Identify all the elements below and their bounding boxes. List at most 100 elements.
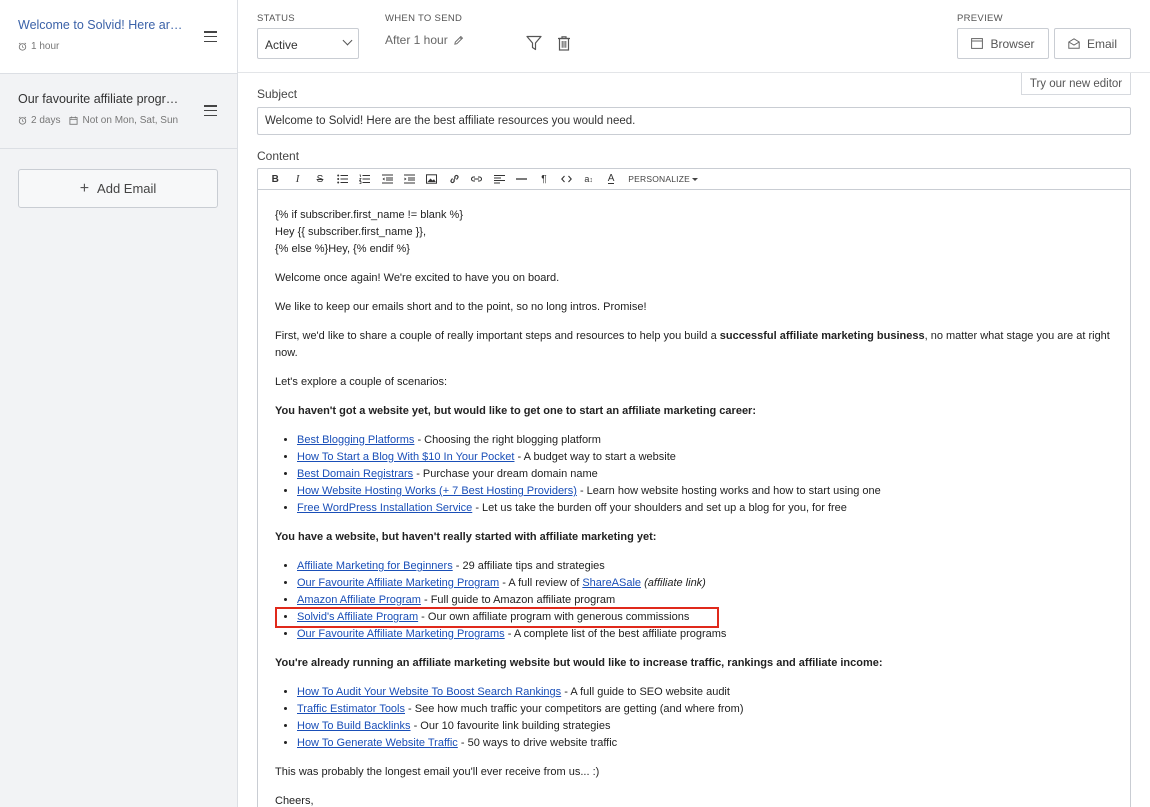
paragraph: Let's explore a couple of scenarios:: [275, 376, 448, 388]
preview-label: PREVIEW: [957, 13, 1003, 24]
resource-link[interactable]: How To Generate Website Traffic: [297, 737, 458, 749]
align-icon[interactable]: [488, 169, 510, 189]
list-item-text: - A full review of: [499, 577, 583, 589]
filter-icon[interactable]: [525, 34, 543, 52]
sequence-email-days-restriction: Not on Mon, Sat, Sun: [82, 115, 179, 126]
resource-link[interactable]: Our Favourite Affiliate Marketing Progra…: [297, 628, 505, 640]
sequence-email-meta: 2 days Not on Mon, Sat, Sun: [18, 115, 219, 126]
paragraph: First, we'd like to share a couple of re…: [275, 328, 1114, 362]
section-heading: You're already running an affiliate mark…: [275, 655, 1114, 672]
sequence-email-title[interactable]: Welcome to Solvid! Here are the best aff…: [18, 18, 183, 32]
resource-link[interactable]: Our Favourite Affiliate Marketing Progra…: [297, 577, 499, 589]
bullet-list-icon[interactable]: [331, 169, 353, 189]
status-select[interactable]: Active: [257, 28, 359, 59]
unlink-icon[interactable]: [466, 169, 488, 189]
paragraph: Welcome once again! We're excited to hav…: [275, 272, 560, 284]
list-item-text: - 50 ways to drive website traffic: [457, 737, 618, 749]
paragraph-icon[interactable]: ¶: [533, 169, 555, 189]
indent-icon[interactable]: [398, 169, 420, 189]
numbered-list-icon[interactable]: [354, 169, 376, 189]
sequence-email-1[interactable]: Welcome to Solvid! Here are the best aff…: [0, 0, 237, 74]
list-item: Our Favourite Affiliate Marketing Progra…: [297, 575, 1114, 592]
drag-handle-icon[interactable]: [204, 31, 217, 42]
try-new-editor-button[interactable]: Try our new editor: [1021, 73, 1131, 95]
list-item-text: - A budget way to start a website: [514, 451, 676, 463]
sequence-email-title[interactable]: Our favourite affiliate programs: [18, 92, 183, 106]
personalize-label: PERSONALIZE: [628, 174, 690, 184]
preview-browser-label: Browser: [990, 36, 1035, 51]
bold-icon[interactable]: B: [264, 169, 286, 189]
font-color-icon[interactable]: A: [600, 169, 622, 189]
resource-link[interactable]: Amazon Affiliate Program: [297, 594, 421, 606]
sequence-email-2[interactable]: Our favourite affiliate programs 2 days …: [0, 74, 237, 149]
outdent-icon[interactable]: [376, 169, 398, 189]
trash-icon[interactable]: [555, 34, 573, 52]
italic-icon[interactable]: I: [286, 169, 308, 189]
status-value: Active: [265, 38, 298, 52]
liquid-line: {% else %}Hey, {% endif %}: [275, 243, 410, 255]
list-item-text: - A complete list of the best affiliate …: [504, 628, 727, 640]
add-email-button[interactable]: + Add Email: [18, 169, 218, 208]
heading-text: You have a website, but haven't really s…: [275, 531, 657, 543]
preview-email-button[interactable]: Email: [1054, 28, 1131, 59]
resource-link[interactable]: How To Start a Blog With $10 In Your Poc…: [297, 451, 514, 463]
resource-link[interactable]: Best Blogging Platforms: [297, 434, 414, 446]
link-icon[interactable]: [443, 169, 465, 189]
resource-list: How To Audit Your Website To Boost Searc…: [275, 684, 1114, 752]
liquid-line: Hey {{ subscriber.first_name }},: [275, 226, 427, 238]
calendar-icon: [69, 116, 79, 125]
list-item-text: - Let us take the burden off your should…: [472, 502, 847, 514]
list-item-highlighted: Solvid's Affiliate Program - Our own aff…: [275, 607, 1114, 628]
resource-list: Best Blogging Platforms - Choosing the r…: [275, 432, 1114, 517]
text: First, we'd like to share a couple of re…: [275, 330, 720, 342]
list-item: How To Generate Website Traffic - 50 way…: [297, 735, 1114, 752]
resource-link[interactable]: How Website Hosting Works (+ 7 Best Host…: [297, 485, 577, 497]
subject-input[interactable]: Welcome to Solvid! Here are the best aff…: [257, 107, 1131, 135]
list-item: How To Build Backlinks - Our 10 favourit…: [297, 718, 1114, 735]
editor-toolbar: B I S ¶ a↕ A PERSONALIZE: [257, 168, 1131, 190]
list-item: Free WordPress Installation Service - Le…: [297, 500, 1114, 517]
email-editor-panel: STATUS Active WHEN TO SEND After 1 hour …: [238, 0, 1150, 807]
browser-window-icon: [971, 38, 984, 49]
sequence-email-meta: 1 hour: [18, 41, 219, 52]
liquid-template-block: {% if subscriber.first_name != blank %} H…: [275, 207, 1114, 258]
resource-list: Affiliate Marketing for Beginners - 29 a…: [275, 558, 1114, 643]
list-item: Best Blogging Platforms - Choosing the r…: [297, 432, 1114, 449]
image-icon[interactable]: [421, 169, 443, 189]
list-item-text: - Learn how website hosting works and ho…: [576, 485, 881, 497]
preview-email-label: Email: [1086, 36, 1117, 51]
heading-text: You haven't got a website yet, but would…: [275, 405, 757, 417]
resource-link[interactable]: Best Domain Registrars: [297, 468, 413, 480]
content-label: Content: [257, 149, 300, 163]
sequence-email-delay: 2 days: [31, 115, 61, 126]
resource-link[interactable]: How To Build Backlinks: [297, 720, 411, 732]
email-body-editor[interactable]: {% if subscriber.first_name != blank %} H…: [257, 190, 1131, 807]
when-to-send-text: After 1 hour: [385, 33, 448, 47]
resource-link[interactable]: ShareASale: [582, 577, 641, 589]
list-item-text: - A full guide to SEO website audit: [561, 686, 730, 698]
strikethrough-icon[interactable]: S: [309, 169, 331, 189]
list-item: Best Domain Registrars - Purchase your d…: [297, 466, 1114, 483]
liquid-line: {% if subscriber.first_name != blank %}: [275, 209, 464, 221]
when-to-send-value[interactable]: After 1 hour: [385, 33, 464, 47]
font-size-icon[interactable]: a↕: [577, 169, 599, 189]
resource-link[interactable]: How To Audit Your Website To Boost Searc…: [297, 686, 561, 698]
list-item-text: - Choosing the right blogging platform: [414, 434, 601, 446]
resource-link[interactable]: Affiliate Marketing for Beginners: [297, 560, 453, 572]
drag-handle-icon[interactable]: [204, 105, 217, 116]
when-to-send-label: WHEN TO SEND: [385, 13, 463, 24]
subject-label: Subject: [257, 87, 298, 101]
horizontal-rule-icon[interactable]: [510, 169, 532, 189]
preview-browser-button[interactable]: Browser: [957, 28, 1049, 59]
code-icon[interactable]: [555, 169, 577, 189]
section-heading: You have a website, but haven't really s…: [275, 529, 1114, 546]
heading-text: You're already running an affiliate mark…: [275, 657, 883, 669]
envelope-icon: [1068, 38, 1080, 49]
resource-link[interactable]: Traffic Estimator Tools: [297, 703, 405, 715]
pencil-icon[interactable]: [453, 35, 464, 46]
chevron-down-icon: [342, 35, 353, 46]
list-item-text: - 29 affiliate tips and strategies: [452, 560, 605, 572]
personalize-dropdown[interactable]: PERSONALIZE: [628, 174, 698, 184]
resource-link[interactable]: Free WordPress Installation Service: [297, 502, 472, 514]
list-item: How To Audit Your Website To Boost Searc…: [297, 684, 1114, 701]
